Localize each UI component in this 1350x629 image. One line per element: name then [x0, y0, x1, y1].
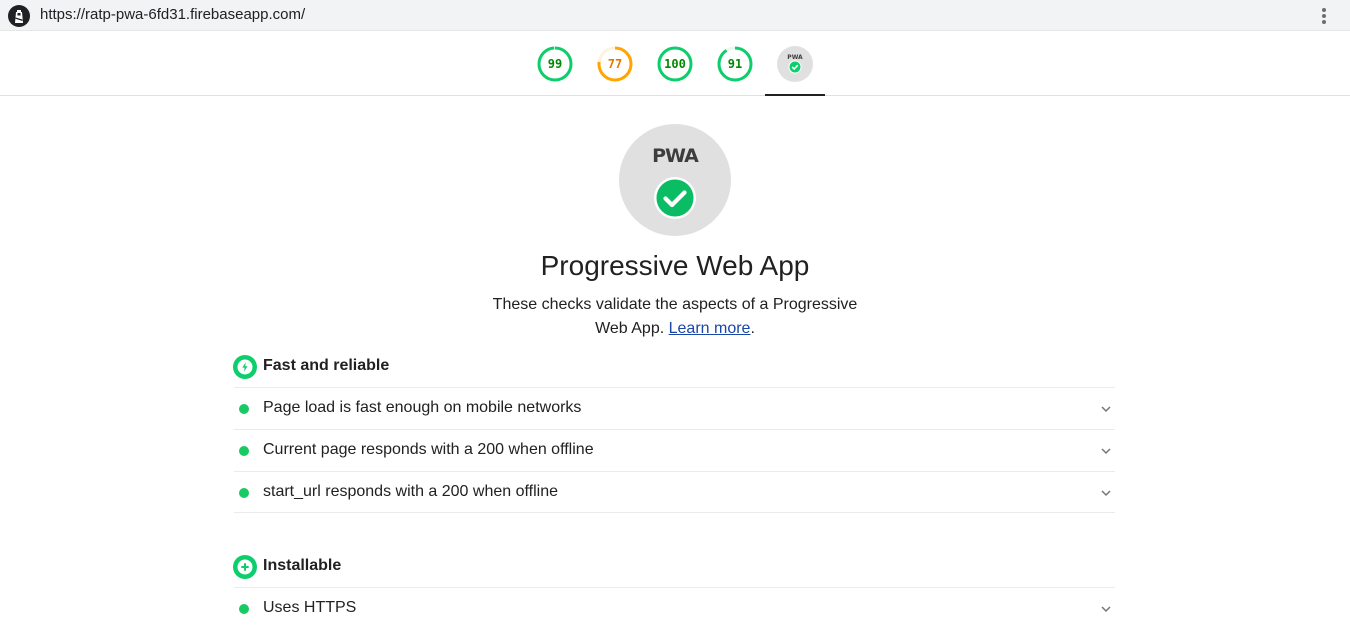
gauge-accessibility-score: 77: [607, 57, 623, 71]
chevron-down-icon[interactable]: [1100, 603, 1112, 615]
pass-indicator: [239, 488, 249, 498]
gauge-pwa-badge[interactable]: PWA: [777, 46, 813, 82]
active-tab-indicator: [765, 94, 825, 96]
learn-more-link[interactable]: Learn more: [669, 320, 751, 337]
svg-text:PWA: PWA: [787, 54, 803, 61]
gauge-seo-score: 91: [727, 57, 743, 71]
gauge-best-practices[interactable]: 100: [656, 45, 694, 83]
pwa-check-badge-icon: PWA: [652, 145, 700, 219]
gauge-seo[interactable]: 91: [716, 45, 754, 83]
gauge-performance-score: 99: [547, 57, 563, 71]
audit-title: start_url responds with a 200 when offli…: [263, 483, 558, 500]
category-title: Progressive Web App: [540, 250, 810, 281]
pwa-mini-badge-icon: PWA: [787, 54, 803, 74]
audit-title: Current page responds with a 200 when of…: [263, 441, 594, 458]
plus-badge-icon: [233, 555, 257, 579]
description-period: .: [750, 320, 755, 337]
pass-indicator: [239, 404, 249, 414]
audit-row[interactable]: start_url responds with a 200 when offli…: [234, 471, 1115, 513]
url-bar: https://ratp-pwa-6fd31.firebaseapp.com/: [0, 0, 1350, 31]
audit-row[interactable]: Current page responds with a 200 when of…: [234, 429, 1115, 471]
lighthouse-logo-icon: [8, 5, 30, 27]
lightning-badge-icon: [233, 355, 257, 379]
gauge-performance[interactable]: 99: [536, 45, 574, 83]
chevron-down-icon[interactable]: [1100, 487, 1112, 499]
gauge-best-practices-score: 100: [664, 57, 686, 71]
audit-title: Page load is fast enough on mobile netwo…: [263, 399, 582, 416]
gauge-accessibility[interactable]: 77: [596, 45, 634, 83]
pass-indicator: [239, 446, 249, 456]
pass-indicator: [239, 604, 249, 614]
pwa-badge: PWA: [619, 124, 731, 236]
audit-row[interactable]: Uses HTTPS: [234, 587, 1115, 629]
chevron-down-icon[interactable]: [1100, 445, 1112, 457]
url-text[interactable]: https://ratp-pwa-6fd31.firebaseapp.com/: [40, 6, 305, 23]
group-title: Fast and reliable: [263, 357, 390, 374]
more-options-icon[interactable]: [1317, 6, 1331, 26]
chevron-down-icon[interactable]: [1100, 403, 1112, 415]
category-description: These checks validate the aspects of a P…: [475, 293, 875, 341]
audit-title: Uses HTTPS: [263, 599, 357, 616]
group-title: Installable: [263, 557, 342, 574]
category-gauges: 99 77 100 91 PWA: [0, 31, 1350, 96]
pwa-logo-text: PWA: [652, 145, 699, 167]
audit-row[interactable]: Page load is fast enough on mobile netwo…: [234, 387, 1115, 429]
